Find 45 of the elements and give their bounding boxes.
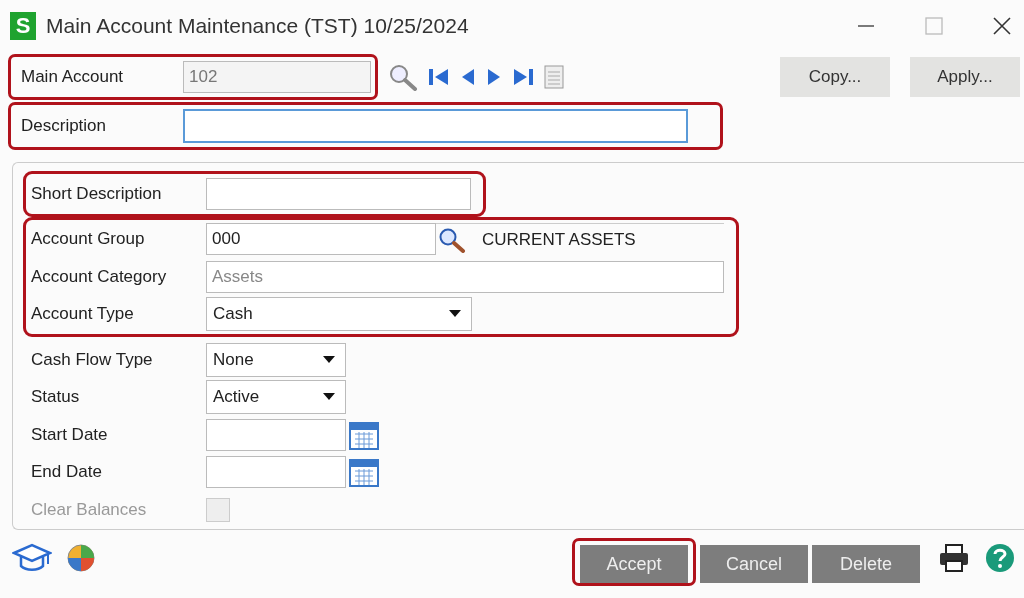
caret-icon (323, 393, 335, 402)
search-icon[interactable] (438, 226, 466, 253)
field-label: Clear Balances (31, 499, 148, 520)
footer-button[interactable]: Cancel (700, 545, 808, 583)
calendar-icon[interactable] (349, 457, 379, 488)
field-label: Account Type (31, 304, 135, 325)
caret-icon (323, 355, 335, 364)
next-record-icon[interactable] (486, 67, 502, 87)
description-field[interactable] (183, 109, 688, 143)
globe-icon[interactable] (66, 543, 96, 573)
calendar-icon[interactable] (349, 419, 379, 450)
search-icon[interactable] (388, 63, 418, 91)
field-label: Short Description (31, 183, 163, 204)
last-record-icon[interactable] (512, 67, 534, 87)
field-label: Account Group (31, 229, 146, 250)
footer-button[interactable]: Accept (580, 545, 688, 583)
window-title: Main Account Maintenance (TST) 10/25/2024 (46, 14, 469, 38)
caret-icon (449, 310, 461, 319)
text-field[interactable] (206, 177, 471, 210)
main-account-field[interactable]: 102 (183, 61, 371, 93)
header-button[interactable]: Apply... (910, 57, 1020, 97)
field-label: End Date (31, 462, 103, 483)
printer-icon[interactable] (938, 543, 970, 573)
graduation-cap-icon[interactable] (12, 542, 52, 574)
previous-record-icon[interactable] (460, 67, 476, 87)
dropdown[interactable]: None (206, 342, 346, 377)
dropdown[interactable]: Cash (206, 297, 472, 332)
footer-button[interactable]: Delete (812, 545, 920, 583)
field-label: Main Account (21, 67, 125, 87)
field-label: Cash Flow Type (31, 349, 154, 370)
date-field[interactable] (206, 456, 346, 489)
app-logo: S (10, 12, 36, 40)
field-label: Status (31, 387, 81, 408)
dropdown[interactable]: Active (206, 380, 346, 415)
help-icon[interactable] (984, 542, 1016, 574)
account-group-name: CURRENT ASSETS (482, 229, 636, 250)
text-field[interactable]: 000 (206, 223, 436, 256)
first-record-icon[interactable] (428, 67, 450, 87)
text-field[interactable]: Assets (206, 260, 724, 293)
field-label: Start Date (31, 424, 109, 445)
field-label: Description (21, 116, 108, 136)
field-label: Account Category (31, 266, 168, 287)
date-field[interactable] (206, 418, 346, 451)
header-button[interactable]: Copy... (780, 57, 890, 97)
close-icon[interactable] (992, 16, 1012, 36)
